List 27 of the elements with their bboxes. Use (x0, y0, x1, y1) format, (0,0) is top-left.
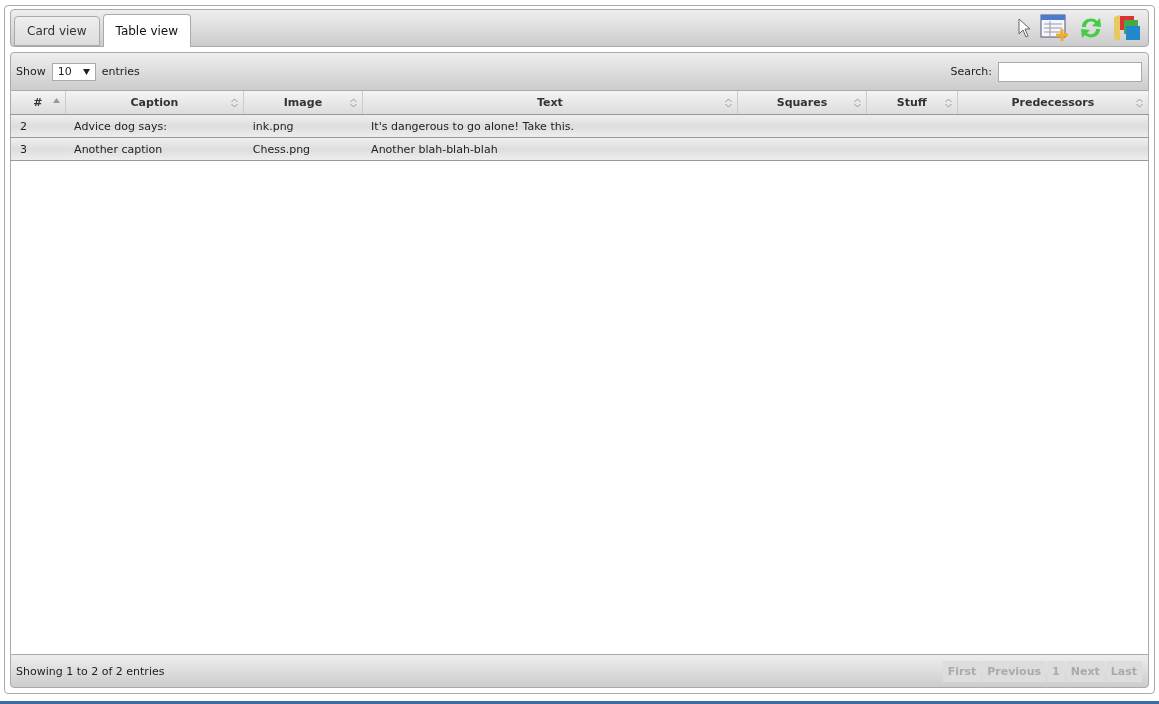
folder-icon[interactable] (1112, 13, 1142, 43)
column-header[interactable]: Stuff (866, 91, 958, 115)
column-header[interactable]: Caption (65, 91, 244, 115)
column-header[interactable]: Predecessors (957, 91, 1149, 115)
entries-select[interactable]: 10 (51, 62, 96, 81)
column-header[interactable]: # (10, 91, 66, 115)
table-cell: ink.png (243, 114, 363, 138)
table-cell: Another caption (65, 137, 244, 161)
search-field[interactable] (998, 61, 1142, 82)
table-cell: Advice dog says: (65, 114, 244, 138)
table-cell: It's dangerous to go alone! Take this. (362, 114, 738, 138)
entries-info: Showing 1 to 2 of 2 entries (16, 664, 165, 678)
table-cell: Another blah-blah-blah (362, 137, 738, 161)
column-header[interactable]: Image (243, 91, 363, 115)
table-add-icon[interactable] (1040, 14, 1070, 42)
column-header[interactable]: Text (362, 91, 738, 115)
entries-label: entries (101, 65, 140, 78)
table-cell: 3 (10, 137, 66, 161)
show-label: Show (16, 65, 46, 78)
tab[interactable]: Card view (14, 16, 100, 46)
table-cell: 2 (10, 114, 66, 138)
column-header[interactable]: Squares (737, 91, 867, 115)
table-cell: Chess.png (243, 137, 363, 161)
caret-icon (82, 68, 90, 75)
search-label: Search: (950, 65, 992, 78)
cursor-icon[interactable] (1018, 18, 1032, 38)
tab[interactable]: Table view (102, 14, 191, 47)
